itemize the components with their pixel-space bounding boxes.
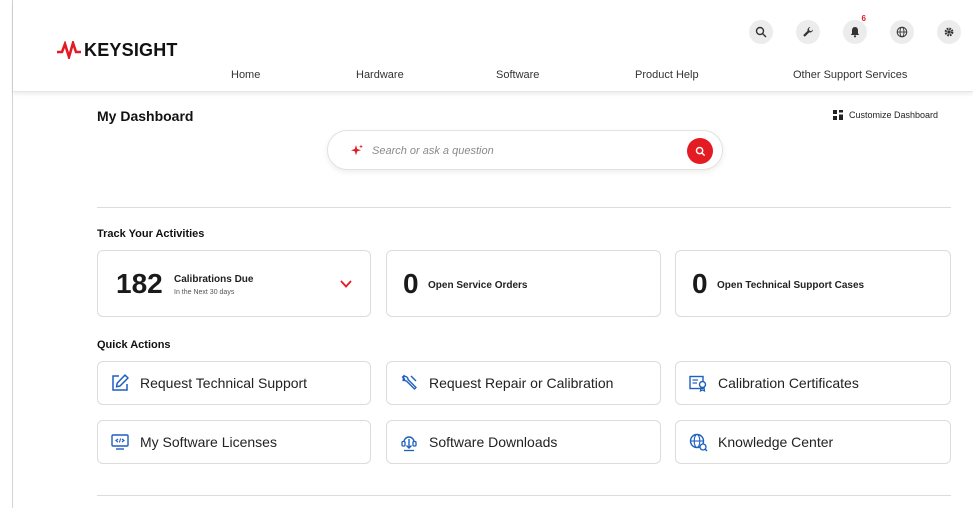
quick-action-label: Calibration Certificates <box>718 375 859 391</box>
main-nav: Home Hardware Software Product Help Othe… <box>13 69 973 85</box>
quick-action-label: Software Downloads <box>429 434 558 450</box>
bell-icon <box>850 27 860 38</box>
open-service-orders-count: 0 <box>403 268 419 299</box>
ai-sparkle-icon <box>351 144 363 156</box>
my-software-licenses-button[interactable]: My Software Licenses <box>97 420 371 464</box>
edit-icon <box>112 374 129 391</box>
activities-heading: Track Your Activities <box>97 228 205 240</box>
nav-home[interactable]: Home <box>231 69 260 81</box>
request-technical-support-button[interactable]: Request Technical Support <box>97 361 371 405</box>
software-downloads-button[interactable]: Software Downloads <box>386 420 661 464</box>
certificate-icon <box>689 375 707 393</box>
keysight-logo[interactable]: KEYSIGHT <box>57 40 178 60</box>
open-service-orders-label: Open Service Orders <box>428 280 528 291</box>
calibrations-due-count: 182 <box>116 268 163 299</box>
app-frame: KEYSIGHT 6 Home Hardware Software Produc… <box>12 0 973 508</box>
open-support-cases-count: 0 <box>692 268 708 299</box>
search-icon <box>695 146 705 156</box>
gear-icon <box>944 27 954 37</box>
search-icon <box>755 26 767 38</box>
tools-icon <box>401 374 417 390</box>
customize-dashboard-link[interactable]: Customize Dashboard <box>833 110 938 120</box>
open-support-cases-label: Open Technical Support Cases <box>717 280 865 291</box>
calibrations-due-label: Calibrations Due <box>174 274 254 285</box>
download-icon <box>401 436 417 452</box>
request-repair-calibration-button[interactable]: Request Repair or Calibration <box>386 361 661 405</box>
nav-software[interactable]: Software <box>496 69 539 81</box>
globe-icon <box>896 26 908 38</box>
settings-button[interactable] <box>937 20 961 44</box>
wrench-icon <box>803 26 813 37</box>
notifications-button[interactable]: 6 <box>843 14 867 44</box>
calibrations-due-sub: In the Next 30 days <box>174 289 235 296</box>
open-support-cases-card[interactable]: 0 Open Technical Support Cases <box>675 250 951 317</box>
calibration-certificates-button[interactable]: Calibration Certificates <box>675 361 951 405</box>
bottom-divider <box>97 495 951 496</box>
quick-action-label: Request Repair or Calibration <box>429 375 614 391</box>
notification-count-badge: 6 <box>861 14 866 23</box>
search-button[interactable] <box>749 20 773 44</box>
keysight-wave-icon <box>57 41 81 59</box>
dashboard-grid-icon <box>833 110 843 120</box>
language-button[interactable] <box>890 20 914 44</box>
page-title: My Dashboard <box>97 108 194 124</box>
chevron-down-icon[interactable] <box>340 279 352 289</box>
search-submit-button[interactable] <box>687 138 713 164</box>
knowledge-icon <box>689 433 708 452</box>
section-divider <box>97 207 951 208</box>
search-bar <box>327 130 723 170</box>
customize-dashboard-label: Customize Dashboard <box>849 110 939 120</box>
tools-button[interactable] <box>796 20 820 44</box>
knowledge-center-button[interactable]: Knowledge Center <box>675 420 951 464</box>
nav-other-support-services[interactable]: Other Support Services <box>793 69 907 81</box>
quick-action-label: My Software Licenses <box>140 434 277 450</box>
quick-actions-heading: Quick Actions <box>97 339 171 351</box>
license-icon <box>111 434 129 450</box>
quick-action-label: Request Technical Support <box>140 375 308 391</box>
calibrations-due-card[interactable]: 182 Calibrations Due In the Next 30 days <box>97 250 371 317</box>
nav-product-help[interactable]: Product Help <box>635 69 699 81</box>
nav-hardware[interactable]: Hardware <box>356 69 404 81</box>
brand-name: KEYSIGHT <box>84 39 178 60</box>
site-header: KEYSIGHT 6 Home Hardware Software Produc… <box>13 0 973 92</box>
quick-action-label: Knowledge Center <box>718 434 834 450</box>
header-icon-bar: 6 <box>749 14 973 44</box>
search-input[interactable] <box>372 142 672 160</box>
open-service-orders-card[interactable]: 0 Open Service Orders <box>386 250 661 317</box>
